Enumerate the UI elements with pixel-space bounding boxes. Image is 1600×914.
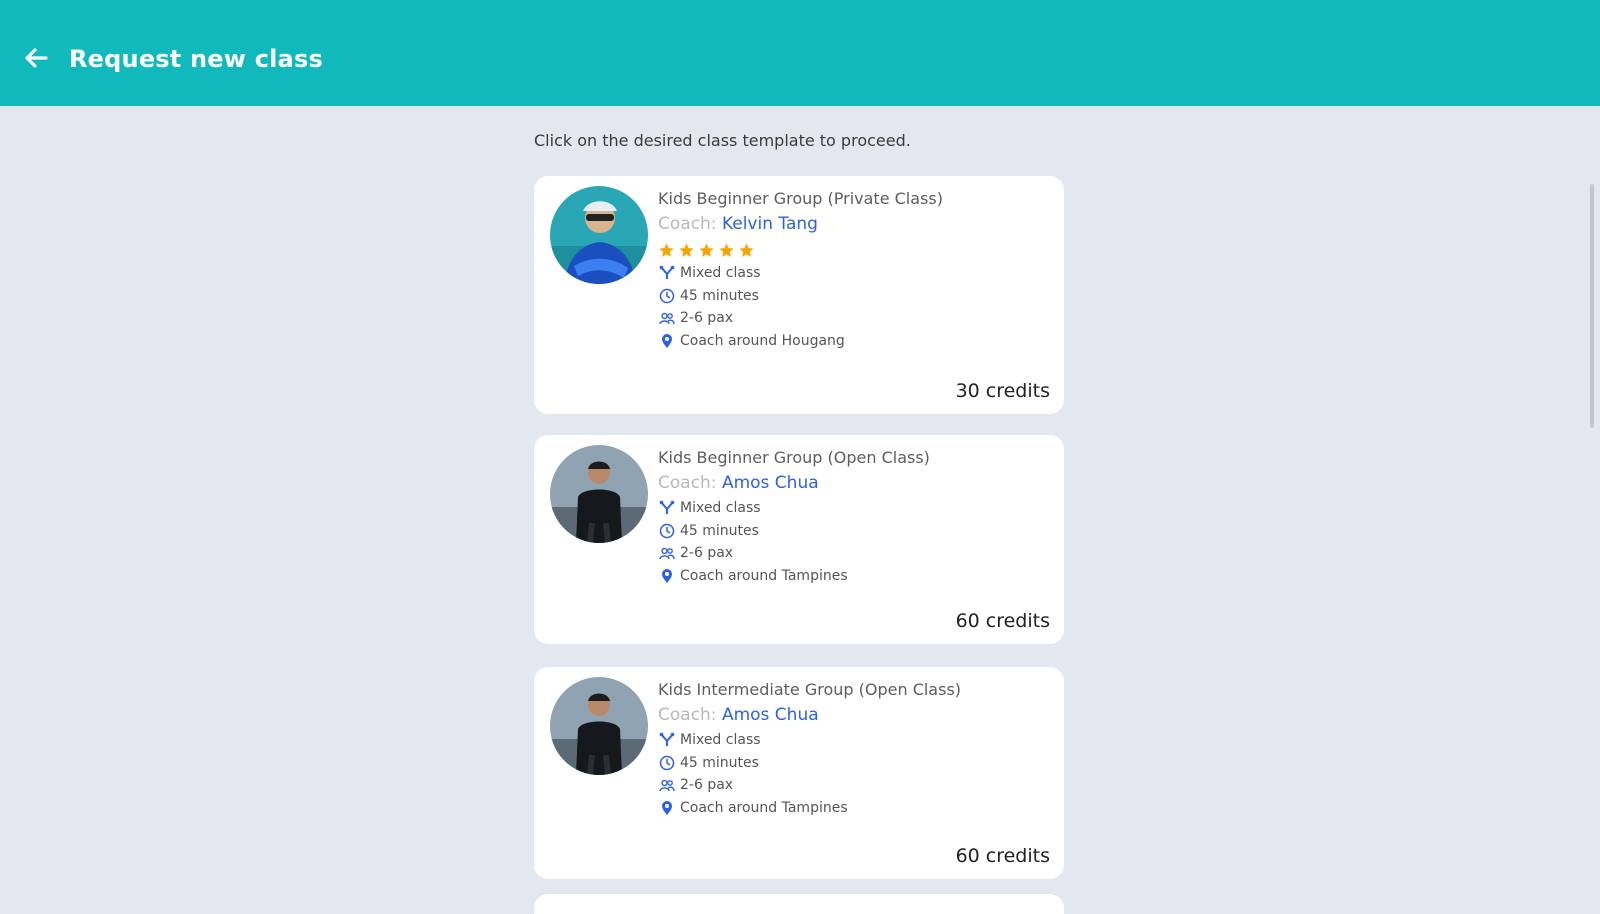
coach-label: Coach: bbox=[658, 214, 717, 234]
clock-icon bbox=[658, 287, 676, 305]
people-icon bbox=[658, 309, 676, 327]
coach-label: Coach: bbox=[658, 473, 717, 493]
mixed-class-icon bbox=[658, 499, 676, 517]
star-icon bbox=[679, 242, 694, 257]
class-title: Kids Beginner Group (Open Class) bbox=[658, 448, 930, 467]
app-bar: Request new class bbox=[0, 0, 1600, 106]
feature-duration: 45 minutes bbox=[658, 752, 1050, 775]
instructions-text: Click on the desired class template to p… bbox=[534, 131, 911, 150]
people-icon bbox=[658, 776, 676, 794]
coach-avatar bbox=[550, 677, 648, 775]
star-icon bbox=[659, 242, 674, 257]
coach-name-link[interactable]: Kelvin Tang bbox=[722, 214, 818, 234]
feature-text: 2-6 pax bbox=[680, 310, 734, 327]
feature-text: Coach around Hougang bbox=[680, 332, 845, 349]
feature-location: Coach around Tampines bbox=[658, 565, 1050, 588]
star-icon bbox=[719, 242, 734, 257]
page-title: Request new class bbox=[69, 45, 323, 73]
feature-pax: 2-6 pax bbox=[658, 307, 1050, 330]
mixed-class-icon bbox=[658, 264, 676, 282]
mixed-class-icon bbox=[658, 731, 676, 749]
star-icon bbox=[739, 242, 754, 257]
coach-name-link[interactable]: Amos Chua bbox=[722, 705, 819, 725]
coach-label: Coach: bbox=[658, 705, 717, 725]
feature-duration: 45 minutes bbox=[658, 285, 1050, 308]
class-title: Kids Beginner Group (Private Class) bbox=[658, 189, 943, 208]
feature-text: Mixed class bbox=[680, 732, 761, 749]
location-pin-icon bbox=[658, 799, 676, 817]
feature-text: Coach around Tampines bbox=[680, 799, 848, 816]
coach-line: Coach: Amos Chua bbox=[658, 469, 1050, 497]
coach-avatar bbox=[550, 445, 648, 543]
feature-location: Coach around Hougang bbox=[658, 330, 1050, 353]
coach-name-link[interactable]: Amos Chua bbox=[722, 473, 819, 493]
feature-text: Mixed class bbox=[680, 500, 761, 517]
clock-icon bbox=[658, 754, 676, 772]
feature-text: 45 minutes bbox=[680, 522, 759, 539]
feature-text: Mixed class bbox=[680, 265, 761, 282]
scrollbar[interactable] bbox=[1590, 184, 1594, 428]
class-template-card[interactable]: Kids Intermediate Group (Open Class) Coa… bbox=[534, 667, 1064, 879]
class-template-card[interactable]: Kids Beginner Group (Open Class) Coach: … bbox=[534, 435, 1064, 644]
feature-gender: Mixed class bbox=[658, 497, 1050, 520]
class-template-card[interactable]: Kids Beginner Group (Private Class) Coac… bbox=[534, 176, 1064, 414]
location-pin-icon bbox=[658, 332, 676, 350]
location-pin-icon bbox=[658, 567, 676, 585]
feature-text: 45 minutes bbox=[680, 287, 759, 304]
feature-text: 2-6 pax bbox=[680, 777, 734, 794]
feature-location: Coach around Tampines bbox=[658, 797, 1050, 820]
rating-stars bbox=[658, 238, 1050, 262]
feature-pax: 2-6 pax bbox=[658, 542, 1050, 565]
coach-line: Coach: Amos Chua bbox=[658, 701, 1050, 729]
coach-avatar bbox=[550, 186, 648, 284]
credits-label: 30 credits bbox=[955, 380, 1050, 402]
star-icon bbox=[699, 242, 714, 257]
feature-text: 2-6 pax bbox=[680, 545, 734, 562]
arrow-left-icon bbox=[24, 47, 48, 73]
clock-icon bbox=[658, 522, 676, 540]
back-button[interactable] bbox=[20, 44, 52, 76]
feature-gender: Mixed class bbox=[658, 729, 1050, 752]
people-icon bbox=[658, 544, 676, 562]
feature-text: Coach around Tampines bbox=[680, 567, 848, 584]
feature-duration: 45 minutes bbox=[658, 520, 1050, 543]
class-title: Kids Intermediate Group (Open Class) bbox=[658, 680, 962, 699]
coach-line: Coach: Kelvin Tang bbox=[658, 210, 1050, 238]
credits-label: 60 credits bbox=[955, 845, 1050, 867]
feature-gender: Mixed class bbox=[658, 262, 1050, 285]
next-card-partial[interactable] bbox=[534, 894, 1064, 914]
credits-label: 60 credits bbox=[955, 610, 1050, 632]
feature-text: 45 minutes bbox=[680, 754, 759, 771]
feature-pax: 2-6 pax bbox=[658, 774, 1050, 797]
